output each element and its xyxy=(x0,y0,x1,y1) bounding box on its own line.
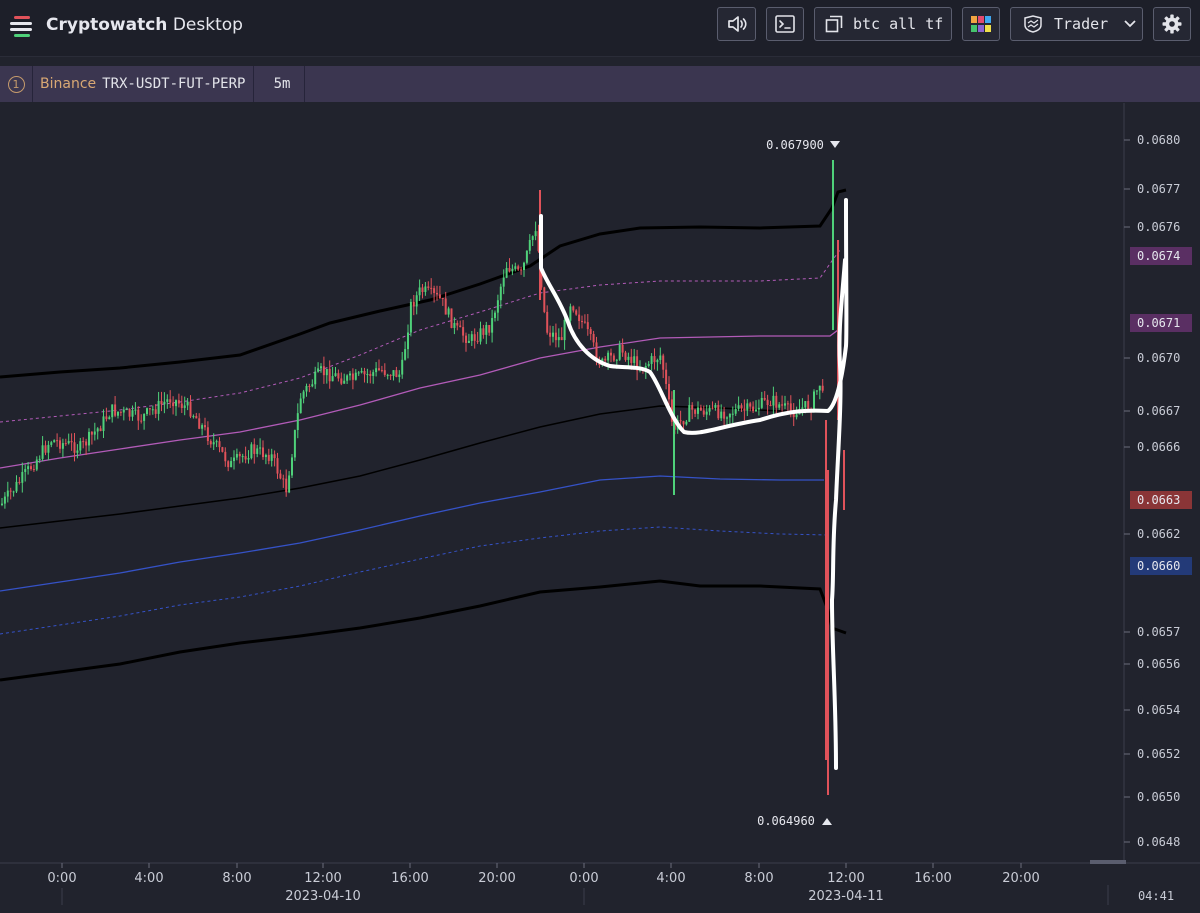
price-tick-label: 0.0654 xyxy=(1137,703,1180,717)
price-tick-label: 0.0662 xyxy=(1137,527,1180,541)
price-tick-label: 0.0657 xyxy=(1137,625,1180,639)
time-tick-label: 4:00 xyxy=(656,871,685,886)
market-index-badge: 1 xyxy=(7,75,25,93)
exchange-label: Binance xyxy=(40,76,97,92)
app-title-bold: Cryptowatch xyxy=(46,15,168,35)
terminal-icon xyxy=(775,15,795,33)
speaker-icon xyxy=(727,16,747,32)
settings-button[interactable] xyxy=(1153,7,1191,41)
high-price-label: 0.067900 xyxy=(766,138,824,152)
clock-label: 04:41 xyxy=(1138,889,1174,903)
title-bar: Cryptowatch Desktop btc all tf Trader xyxy=(0,0,1200,57)
market-tab-bar: 1 Binance TRX-USDT-FUT-PERP 5m xyxy=(0,66,1200,102)
candle xyxy=(450,308,453,329)
candle xyxy=(250,442,253,460)
price-marker-label: 0.0671 xyxy=(1137,316,1180,330)
date-label: 2023-04-10 xyxy=(285,889,361,904)
price-tick-label: 0.0676 xyxy=(1137,220,1180,234)
market-selector[interactable]: Binance TRX-USDT-FUT-PERP xyxy=(33,66,255,102)
time-tick-label: 12:00 xyxy=(827,871,864,886)
price-marker-label: 0.0663 xyxy=(1137,493,1180,507)
time-tick-label: 8:00 xyxy=(744,871,773,886)
date-label: 2023-04-11 xyxy=(808,889,884,904)
candle xyxy=(543,286,546,314)
trader-workspace-icon xyxy=(1024,15,1042,33)
price-tick-label: 0.0652 xyxy=(1137,747,1180,761)
terminal-button[interactable] xyxy=(766,7,804,41)
price-tick-label: 0.0648 xyxy=(1137,835,1180,849)
workspace-dropdown[interactable]: Trader xyxy=(1010,7,1143,41)
price-axis: 0.0680 0.0677 0.0676 0.0670 0.0667 0.0666 0.06… xyxy=(1124,133,1192,849)
gear-icon xyxy=(1162,14,1182,34)
candle xyxy=(409,298,412,337)
time-tick-label: 16:00 xyxy=(391,871,428,886)
pair-label: TRX-USDT-FUT-PERP xyxy=(102,76,246,92)
time-scroll-handle[interactable] xyxy=(1090,860,1126,864)
price-tick-label: 0.0667 xyxy=(1137,404,1180,418)
price-marker-label: 0.0674 xyxy=(1137,249,1180,263)
price-tick-label: 0.0670 xyxy=(1137,351,1180,365)
time-tick-label: 0:00 xyxy=(569,871,598,886)
cryptowatch-logo-icon xyxy=(10,16,32,37)
price-tick-label: 0.0666 xyxy=(1137,440,1180,454)
color-palette-icon xyxy=(971,16,991,32)
time-tick-label: 12:00 xyxy=(304,871,341,886)
time-tick-label: 20:00 xyxy=(478,871,515,886)
candle xyxy=(525,250,528,265)
time-tick-label: 16:00 xyxy=(914,871,951,886)
popout-icon xyxy=(825,15,843,33)
time-tick-label: 8:00 xyxy=(222,871,251,886)
time-tick-label: 0:00 xyxy=(47,871,76,886)
sound-button[interactable] xyxy=(717,7,756,41)
app-title-light: Desktop xyxy=(172,15,243,35)
price-tick-label: 0.0680 xyxy=(1137,133,1180,147)
market-index-tab[interactable]: 1 xyxy=(0,66,33,102)
workspace-label: Trader xyxy=(1054,15,1109,33)
layout-label: btc all tf xyxy=(853,15,944,33)
low-price-label: 0.064960 xyxy=(757,814,815,828)
color-scheme-button[interactable] xyxy=(962,7,1000,41)
timeframe-selector[interactable]: 5m xyxy=(260,66,305,102)
candle xyxy=(221,446,224,453)
layout-button[interactable]: btc all tf xyxy=(814,7,952,41)
candle xyxy=(291,453,293,478)
price-tick-label: 0.0650 xyxy=(1137,790,1180,804)
app-title: Cryptowatch Desktop xyxy=(46,15,243,35)
price-chart[interactable]: 0.067900 0.064960 0.0680 0.0677 0.0676 0.067… xyxy=(0,103,1200,913)
time-axis: 0:00 4:00 8:00 12:00 16:00 20:00 0:00 4:00 8:00 1… xyxy=(47,863,1040,905)
chevron-down-icon xyxy=(1124,20,1136,28)
price-tick-label: 0.0656 xyxy=(1137,657,1180,671)
candle xyxy=(293,429,296,461)
price-tick-label: 0.0677 xyxy=(1137,182,1180,196)
plot-area[interactable] xyxy=(0,103,1124,863)
time-tick-label: 4:00 xyxy=(134,871,163,886)
price-marker-label: 0.0660 xyxy=(1137,559,1180,573)
time-tick-label: 20:00 xyxy=(1002,871,1039,886)
